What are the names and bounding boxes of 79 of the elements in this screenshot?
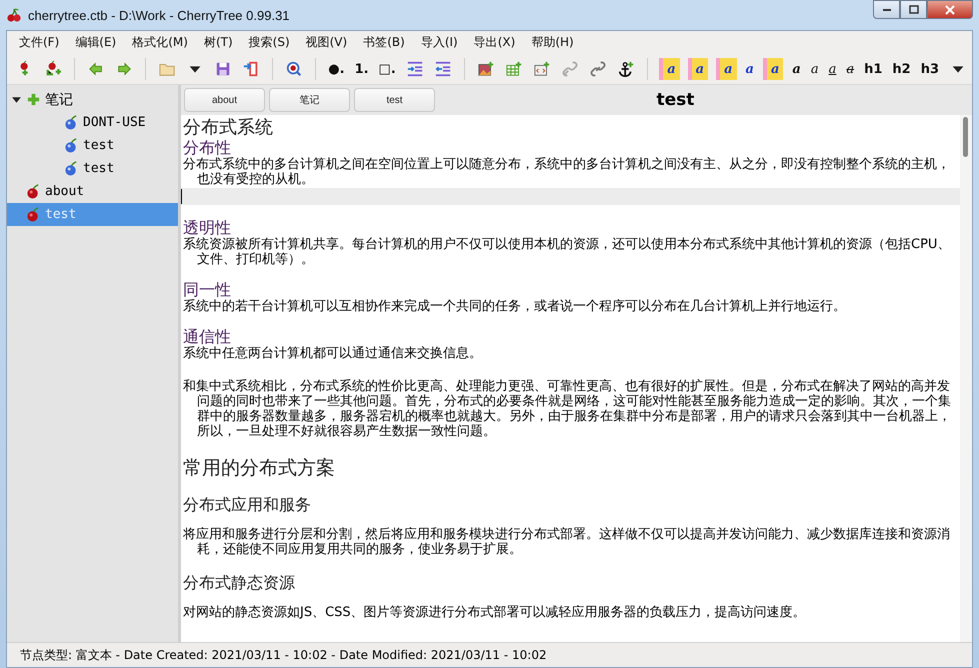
unindent-icon[interactable] [434,60,451,78]
tree-node[interactable]: DONT-USE [7,111,178,134]
berry-icon [64,138,79,153]
plus-icon [26,92,41,107]
menu-item[interactable]: 视图(V) [298,34,356,51]
close-icon [945,4,955,14]
menu-item[interactable]: 文件(F) [11,34,68,51]
save-icon[interactable] [215,60,232,78]
node-title: test [656,90,694,110]
text-cursor [181,189,182,204]
heading: 分布式系统 [183,117,274,139]
menu-item[interactable]: 帮助(H) [523,34,582,51]
tree-node[interactable]: test [7,134,178,157]
menu-item[interactable]: 树(T) [196,34,241,51]
heading: 分布性 [183,139,232,157]
format-button[interactable]: h1 [859,58,888,80]
format-button[interactable]: h3 [916,58,944,80]
cherry-plus-child-icon[interactable] [45,60,62,78]
paragraph: 系统中任意两台计算机都可以通过通信来交换信息。 [183,346,483,361]
table-insert-icon[interactable] [506,60,522,78]
format-button[interactable]: □. [374,58,401,80]
indent-icon[interactable] [406,60,423,78]
format-button[interactable]: h2 [887,58,916,80]
maximize-icon [908,4,918,14]
heading: 分布式应用和服务 [183,495,312,515]
heading: 通信性 [183,328,232,346]
cherry-icon [6,7,22,23]
recent-node-button[interactable]: 笔记 [269,88,350,112]
format-button[interactable]: a [824,58,842,80]
search-icon[interactable] [286,60,302,78]
format-button[interactable]: 1. [350,58,374,80]
scrollbar[interactable] [960,115,972,642]
menu-item[interactable]: 导入(I) [412,34,466,51]
minimize-button[interactable] [873,0,900,19]
anchor-icon[interactable] [618,60,634,78]
chain-icon[interactable] [590,60,606,78]
menu-item[interactable]: 编辑(E) [67,34,124,51]
heading: 透明性 [183,219,232,237]
forward-arrow-icon[interactable] [116,60,132,78]
format-button[interactable]: a [806,58,824,80]
paragraph: 对网站的静态资源如JS、CSS、图片等资源进行分布式部署可以减轻应用服务器的负载压力，提高访问速度。 [183,605,807,620]
tree-node[interactable]: about [7,180,178,203]
format-button[interactable]: a [688,58,708,80]
maximize-button[interactable] [900,0,927,19]
heading: 常用的分布式方案 [183,457,336,479]
tree-node[interactable]: test [7,157,178,180]
format-button[interactable]: a [659,58,680,80]
window-title: cherrytree.ctb - D:\Work - CherryTree 0.99.31 [28,8,291,22]
close-button[interactable] [927,0,973,19]
berry-icon [64,115,79,130]
paragraph: 和集中式系统相比，分布式系统的性价比更高、处理能力更强、可靠性更高、也有很好的扩展性。但是，分布式在解决了网站的高并发问题的同时也带来了一些其他问题。首先，分布式的必要条件就是网络，这可能对性能甚至服务能力造成一定的影响。其次，一个集群中的服务器数量越多，服务器宕机的概率也就越大。另外，由于服务在集群中分布是部署，用户的请求只会落到其中一台机器上，所以，一旦处理不好就很容易产生数据一致性问题。 [183,379,952,439]
export-icon[interactable] [243,60,260,78]
format-button[interactable]: a [740,58,759,80]
berry-icon [64,161,79,176]
cherry-icon [26,207,41,222]
menu-item[interactable]: 搜索(S) [240,34,298,51]
menu-item[interactable]: 书签(B) [355,34,413,51]
tree-node[interactable]: 笔记 [7,88,178,111]
format-button[interactable]: ●. [323,58,350,80]
recent-node-button[interactable]: test [354,88,435,112]
paragraph: 分布式系统中的多台计算机之间在空间位置上可以随意分布，系统中的多台计算机之间没有主、从之分，即没有控制整个系统的主机，也没有受控的从机。 [183,157,951,187]
format-button[interactable]: a [762,58,784,80]
cherry-icon [26,184,41,199]
codebox-insert-icon[interactable] [534,60,550,78]
recent-node-button[interactable]: about [184,88,265,112]
menu-item[interactable]: 导出(X) [466,34,524,51]
status-text: 节点类型: 富文本 - Date Created: 2021/03/11 - 10:02 - Date Modified: 2021/03/11 - 10:02 [20,646,547,664]
paragraph: 系统资源被所有计算机共享。每台计算机的用户不仅可以使用本机的资源，还可以使用本分布式系统中其他计算机的资源（包括CPU、文件、打印机等）。 [183,237,952,267]
back-arrow-icon[interactable] [88,60,104,78]
format-button[interactable]: a [841,58,860,80]
format-button[interactable]: a [787,58,806,80]
menu-item[interactable]: 格式化(M) [124,34,196,51]
heading: 同一性 [183,281,232,299]
minimize-icon [882,8,890,10]
heading: 分布式静态资源 [183,573,296,593]
image-insert-icon[interactable] [478,60,494,78]
format-button[interactable]: a [716,58,736,80]
paragraph: 将应用和服务进行分层和分割，然后将应用和服务模块进行分布式部署。这样做不仅可以提高并发访问能力、减少数据库连接和资源消耗，还能使不同应用复用共同的服务，使业务易于扩展。 [183,527,951,557]
paragraph: 系统中的若干台计算机可以互相协作来完成一个共同的任务，或者说一个程序可以分布在几台计算机上并行地运行。 [183,299,847,314]
